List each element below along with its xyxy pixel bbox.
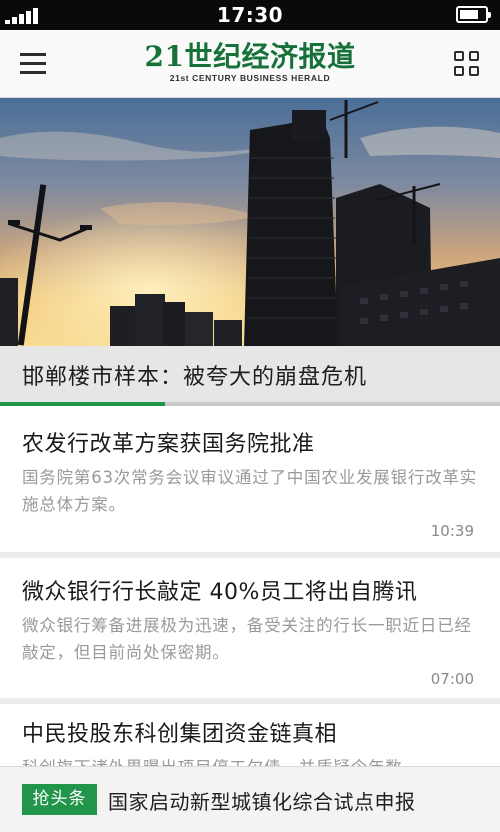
hero-caption[interactable]: 邯郸楼市样本：被夸大的崩盘危机 xyxy=(0,346,500,402)
app-screen: { "status_bar": { "time": "17:30", "sign… xyxy=(0,0,500,832)
news-list: 农发行改革方案获国务院批准 国务院第63次常务会议审议通过了中国农业发展银行改革… xyxy=(0,406,500,778)
news-item[interactable]: 微众银行行长敲定 40%员工将出自腾讯 微众银行筹备进展极为迅速，备受关注的行长… xyxy=(0,558,500,698)
news-summary: 国务院第63次常务会议审议通过了中国农业发展银行改革实施总体方案。 xyxy=(22,468,478,514)
app-header: 21世纪经济报道 21st CENTURY BUSINESS HERALD xyxy=(0,30,500,98)
ticker-headline[interactable]: 国家启动新型城镇化综合试点申报 xyxy=(108,786,416,815)
logo-title: 21世纪经济报道 xyxy=(144,40,356,73)
grab-headline-badge[interactable]: 抢头条 xyxy=(22,784,97,815)
news-title: 微众银行行长敲定 40%员工将出自腾讯 xyxy=(22,580,418,605)
news-time: 07:00 xyxy=(430,670,474,688)
battery-level xyxy=(460,10,478,19)
app-logo: 21世纪经济报道 21st CENTURY BUSINESS HERALD xyxy=(130,42,370,84)
hero-caption-title: 邯郸楼市样本：被夸大的崩盘危机 xyxy=(22,365,368,390)
logo-subtitle: 21st CENTURY BUSINESS HERALD xyxy=(169,73,331,83)
hero-banner-image[interactable] xyxy=(0,98,500,346)
battery-icon xyxy=(456,6,491,23)
news-time: 10:39 xyxy=(430,522,474,540)
hero-photo xyxy=(0,98,500,346)
status-time: 17:30 xyxy=(216,3,284,27)
headline-ticker[interactable]: 抢头条 国家启动新型城镇化综合试点申报 xyxy=(0,766,500,832)
grid-apps-icon[interactable] xyxy=(454,51,480,77)
status-bar: 17:30 xyxy=(0,0,500,30)
news-title: 中民投股东科创集团资金链真相 xyxy=(22,722,338,747)
hamburger-menu-icon[interactable] xyxy=(20,52,46,74)
news-summary: 微众银行筹备进展极为迅速，备受关注的行长一职近日已经敲定，但目前尚处保密期。 xyxy=(22,616,472,662)
news-title: 农发行改革方案获国务院批准 xyxy=(22,432,315,457)
news-item[interactable]: 农发行改革方案获国务院批准 国务院第63次常务会议审议通过了中国农业发展银行改革… xyxy=(0,406,500,552)
